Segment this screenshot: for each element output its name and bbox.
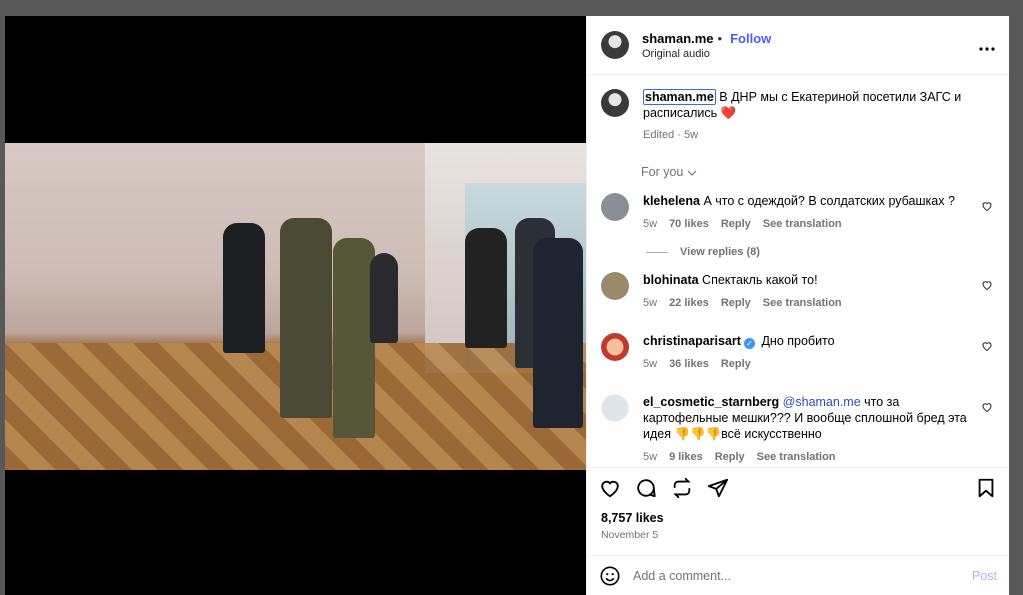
comment-icon[interactable]	[635, 477, 657, 499]
comment-mention[interactable]: @shaman.me	[783, 395, 861, 409]
comment-item: christinaparisart ✓ Дно пробито 5w 36 lik…	[601, 333, 995, 372]
comment-input[interactable]	[633, 568, 972, 583]
caption-time[interactable]: 5w	[684, 129, 698, 141]
avatar[interactable]	[601, 193, 629, 221]
avatar[interactable]	[601, 89, 629, 117]
comment-likes[interactable]: 36 likes	[669, 356, 709, 372]
comment-likes[interactable]: 9 likes	[669, 449, 703, 465]
reply-button[interactable]: Reply	[721, 295, 751, 311]
comment-username[interactable]: christinaparisart	[643, 334, 741, 348]
avatar[interactable]	[601, 31, 629, 59]
reply-button[interactable]: Reply	[715, 449, 745, 465]
comment-time[interactable]: 5w	[643, 449, 657, 465]
comment-text: А что с одеждой? В солдатских рубашках ?	[703, 194, 955, 208]
see-translation-button[interactable]: See translation	[763, 216, 842, 232]
see-translation-button[interactable]: See translation	[763, 295, 842, 311]
bookmark-icon[interactable]	[975, 477, 997, 499]
comment-text: Дно пробито	[761, 334, 835, 348]
caption-username[interactable]: shaman.me	[643, 89, 716, 105]
add-comment-bar: Post	[587, 555, 1009, 595]
reply-button[interactable]: Reply	[721, 356, 751, 372]
comment-time[interactable]: 5w	[643, 216, 657, 232]
post-button[interactable]: Post	[972, 569, 997, 583]
comment-likes[interactable]: 70 likes	[669, 216, 709, 232]
post-modal: shaman.me • Follow Original audio shaman…	[5, 16, 1009, 595]
video-area[interactable]	[5, 16, 586, 595]
avatar[interactable]	[601, 394, 629, 422]
action-bar	[587, 467, 1009, 507]
comments-list[interactable]: shaman.me В ДНР мы с Екатериной посетили…	[587, 75, 1009, 467]
heart-icon[interactable]	[981, 339, 993, 352]
comment-text: Спектакль какой то!	[702, 273, 818, 287]
likes-count[interactable]: 8,757 likes	[587, 511, 1009, 525]
more-options-icon[interactable]	[979, 35, 995, 56]
comment-username[interactable]: blohinata	[643, 273, 699, 287]
heart-icon[interactable]	[981, 400, 993, 413]
post-side-panel: shaman.me • Follow Original audio shaman…	[586, 16, 1009, 595]
emoji-icon[interactable]	[599, 565, 621, 587]
edited-label: Edited	[643, 129, 675, 141]
heart-icon[interactable]	[981, 278, 993, 291]
comment-item: klehelena А что с одеждой? В солдатских …	[601, 193, 995, 232]
see-translation-button[interactable]: See translation	[757, 449, 836, 465]
send-icon[interactable]	[707, 477, 729, 499]
audio-label[interactable]: Original audio	[642, 48, 979, 60]
comment-time[interactable]: 5w	[643, 356, 657, 372]
separator: •	[717, 30, 723, 46]
chevron-down-icon	[687, 165, 697, 179]
caption: shaman.me В ДНР мы с Екатериной посетили…	[601, 89, 995, 143]
header-username[interactable]: shaman.me	[642, 31, 714, 46]
comment-item: el_cosmetic_starnberg @shaman.me что за …	[601, 394, 995, 465]
heart-icon[interactable]	[981, 199, 993, 212]
comment-item: blohinata Спектакль какой то! 5w 22 like…	[601, 272, 995, 311]
for-you-dropdown[interactable]: For you	[641, 165, 995, 179]
comment-username[interactable]: klehelena	[643, 194, 700, 208]
verified-badge-icon: ✓	[743, 338, 755, 349]
avatar[interactable]	[601, 333, 629, 361]
comment-time[interactable]: 5w	[643, 295, 657, 311]
repost-icon[interactable]	[671, 477, 693, 499]
video-player[interactable]	[5, 143, 586, 470]
comment-likes[interactable]: 22 likes	[669, 295, 709, 311]
view-replies-button[interactable]: View replies (8)	[646, 246, 995, 258]
heart-icon[interactable]	[599, 477, 621, 499]
follow-button[interactable]: Follow	[730, 31, 771, 46]
comment-username[interactable]: el_cosmetic_starnberg	[643, 395, 779, 409]
avatar[interactable]	[601, 272, 629, 300]
post-date[interactable]: November 5	[587, 529, 1009, 541]
post-header: shaman.me • Follow Original audio	[587, 16, 1009, 75]
reply-button[interactable]: Reply	[721, 216, 751, 232]
